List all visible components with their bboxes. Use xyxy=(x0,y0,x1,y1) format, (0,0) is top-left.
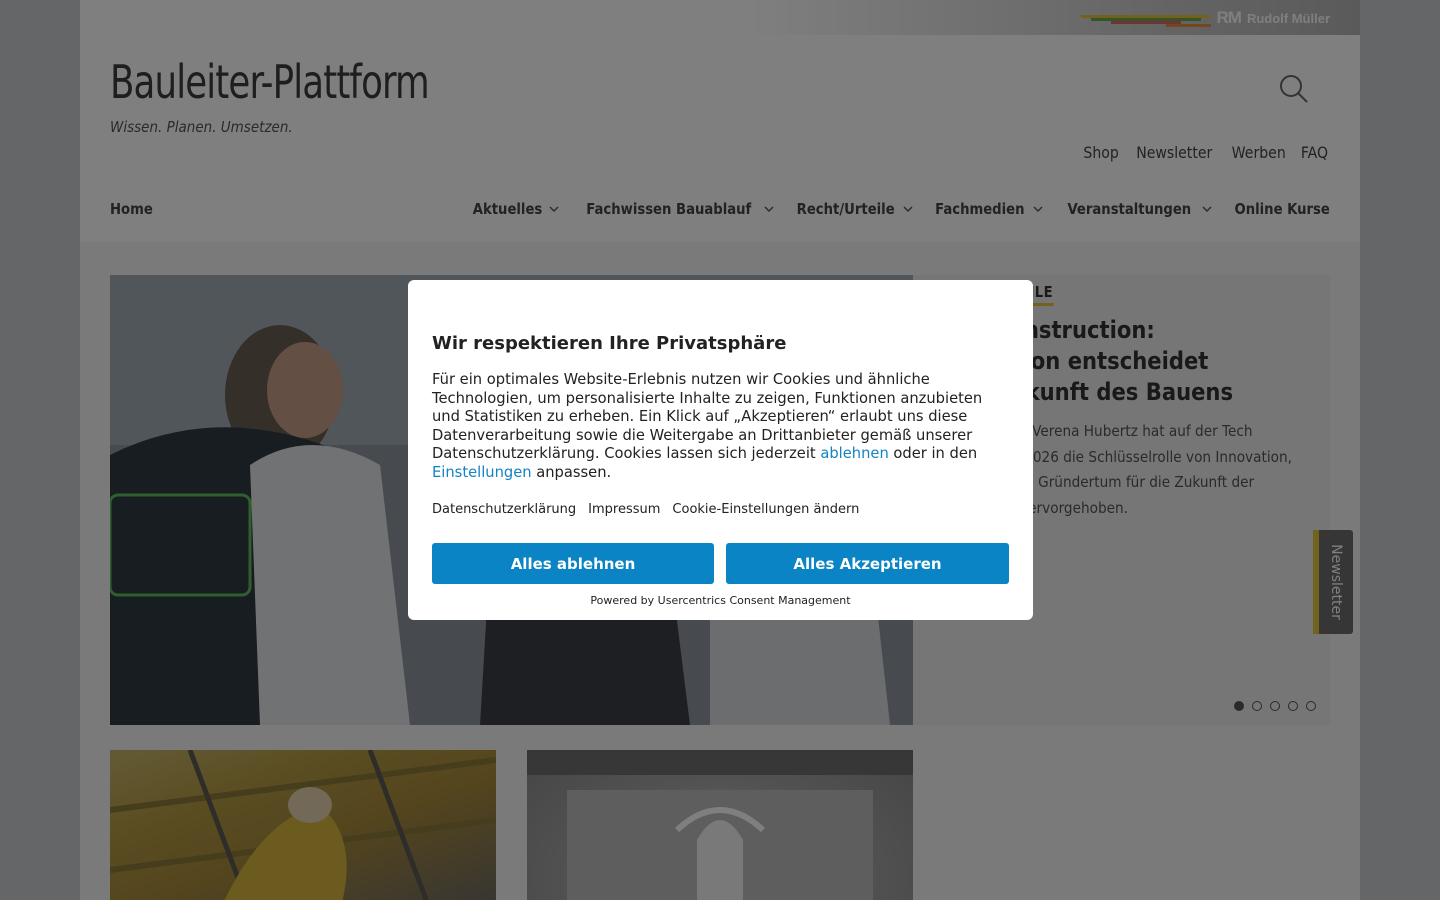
imprint-link[interactable]: Impressum xyxy=(588,502,660,517)
powered-by-text: Powered by Usercentrics Consent Manageme… xyxy=(590,594,851,607)
cookie-consent-dialog: Wir respektieren Ihre Privatsphäre Für e… xyxy=(408,280,1033,620)
accept-all-button[interactable]: Alles Akzeptieren xyxy=(726,543,1009,584)
consent-message-text: oder in den xyxy=(893,445,978,463)
cookie-settings-link[interactable]: Cookie-Einstellungen ändern xyxy=(672,502,859,517)
deny-all-button[interactable]: Alles ablehnen xyxy=(432,543,714,584)
consent-title: Wir respektieren Ihre Privatsphäre xyxy=(432,333,787,354)
consent-settings-link[interactable]: Einstellungen xyxy=(432,464,532,481)
privacy-policy-link[interactable]: Datenschutzerklärung xyxy=(432,502,576,517)
consent-message: Für ein optimales Website-Erlebnis nutze… xyxy=(432,371,1014,483)
consent-message-text: anpassen. xyxy=(536,463,612,481)
consent-links: Datenschutzerklärung Impressum Cookie-Ei… xyxy=(432,502,859,517)
consent-deny-link[interactable]: ablehnen xyxy=(820,445,888,462)
